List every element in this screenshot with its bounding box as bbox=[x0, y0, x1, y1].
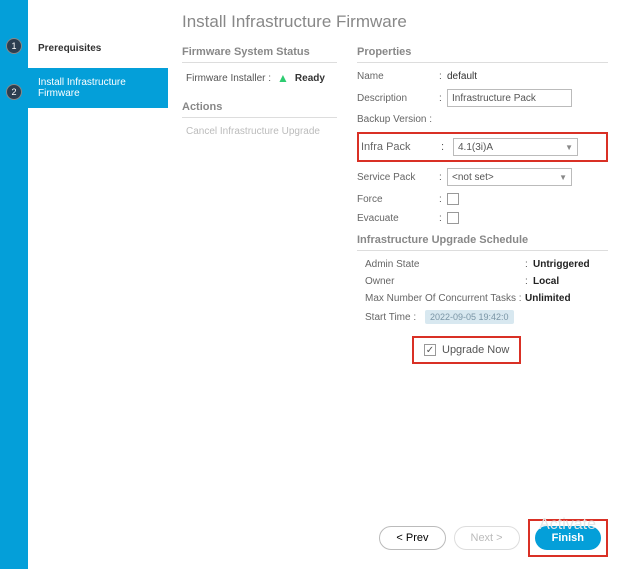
description-input[interactable]: Infrastructure Pack bbox=[447, 89, 572, 107]
service-pack-row: Service Pack : <not set> ▼ bbox=[357, 168, 608, 186]
status-up-arrow-icon: ▲ bbox=[277, 71, 289, 85]
evacuate-label: Evacuate bbox=[357, 213, 439, 224]
upgrade-now-highlight: ✓ Upgrade Now bbox=[412, 336, 521, 364]
chevron-down-icon: ▼ bbox=[565, 143, 573, 152]
finish-button[interactable]: Finish bbox=[535, 526, 601, 550]
start-time-value[interactable]: 2022-09-05 19:42:0 bbox=[425, 310, 514, 324]
firmware-installer-label: Firmware Installer : bbox=[186, 73, 271, 84]
prop-backup-row: Backup Version : bbox=[357, 114, 608, 125]
sidebar-item-install-firmware[interactable]: Install Infrastructure Firmware bbox=[28, 68, 168, 108]
prop-name-row: Name : default bbox=[357, 71, 608, 82]
owner-row: Owner : Local bbox=[365, 276, 608, 287]
next-button: Next > bbox=[454, 526, 520, 550]
admin-state-row: Admin State : Untriggered bbox=[365, 259, 608, 270]
infra-pack-highlight: Infra Pack : 4.1(3i)A ▼ bbox=[357, 132, 608, 162]
prop-name-label: Name bbox=[357, 71, 439, 82]
infra-pack-select[interactable]: 4.1(3i)A ▼ bbox=[453, 138, 578, 156]
admin-state-label: Admin State bbox=[365, 259, 525, 270]
step-1-bubble[interactable]: 1 bbox=[6, 38, 22, 54]
backup-version-label: Backup Version : bbox=[357, 114, 457, 125]
owner-value: Local bbox=[533, 276, 559, 287]
main-panel: Install Infrastructure Firmware Firmware… bbox=[168, 0, 626, 569]
start-time-label: Start Time : bbox=[365, 312, 425, 323]
evacuate-checkbox[interactable] bbox=[447, 212, 459, 224]
step-2-bubble[interactable]: 2 bbox=[6, 84, 22, 100]
max-tasks-label: Max Number Of Concurrent Tasks : bbox=[365, 293, 525, 304]
infra-pack-value: 4.1(3i)A bbox=[458, 142, 493, 153]
page-title: Install Infrastructure Firmware bbox=[182, 12, 608, 32]
service-pack-select[interactable]: <not set> ▼ bbox=[447, 168, 572, 186]
firmware-installer-status: Ready bbox=[295, 73, 325, 84]
service-pack-value: <not set> bbox=[452, 172, 494, 183]
admin-state-value: Untriggered bbox=[533, 259, 590, 270]
sidebar: Prerequisites Install Infrastructure Fir… bbox=[28, 0, 168, 569]
properties-head: Properties bbox=[357, 46, 608, 63]
force-label: Force bbox=[357, 194, 439, 205]
owner-label: Owner bbox=[365, 276, 525, 287]
prop-desc-row: Description : Infrastructure Pack bbox=[357, 89, 608, 107]
right-column: Properties Name : default Description : … bbox=[357, 46, 608, 507]
chevron-down-icon: ▼ bbox=[559, 173, 567, 182]
cancel-upgrade-action: Cancel Infrastructure Upgrade bbox=[186, 126, 337, 137]
service-pack-label: Service Pack bbox=[357, 172, 439, 183]
firmware-status-head: Firmware System Status bbox=[182, 46, 337, 63]
firmware-installer-row: Firmware Installer : ▲ Ready bbox=[186, 71, 337, 85]
prop-name-value: default bbox=[447, 71, 477, 82]
force-checkbox[interactable] bbox=[447, 193, 459, 205]
upgrade-now-checkbox[interactable]: ✓ bbox=[424, 344, 436, 356]
max-tasks-row: Max Number Of Concurrent Tasks : Unlimit… bbox=[365, 293, 608, 304]
start-time-row: Start Time : 2022-09-05 19:42:0 bbox=[365, 310, 608, 324]
infra-pack-label: Infra Pack bbox=[361, 141, 437, 153]
actions-head: Actions bbox=[182, 101, 337, 118]
force-row: Force : bbox=[357, 193, 608, 205]
prev-button[interactable]: < Prev bbox=[379, 526, 445, 550]
schedule-head: Infrastructure Upgrade Schedule bbox=[357, 234, 608, 251]
finish-highlight: Finish bbox=[528, 519, 608, 557]
left-column: Firmware System Status Firmware Installe… bbox=[182, 46, 337, 507]
evacuate-row: Evacuate : bbox=[357, 212, 608, 224]
sidebar-item-prerequisites[interactable]: Prerequisites bbox=[28, 28, 168, 68]
wizard-footer: < Prev Next > Finish bbox=[182, 507, 608, 557]
step-rail: 1 2 bbox=[0, 0, 28, 569]
prop-desc-label: Description bbox=[357, 93, 439, 104]
upgrade-now-label: Upgrade Now bbox=[442, 344, 509, 356]
max-tasks-value: Unlimited bbox=[525, 293, 571, 304]
